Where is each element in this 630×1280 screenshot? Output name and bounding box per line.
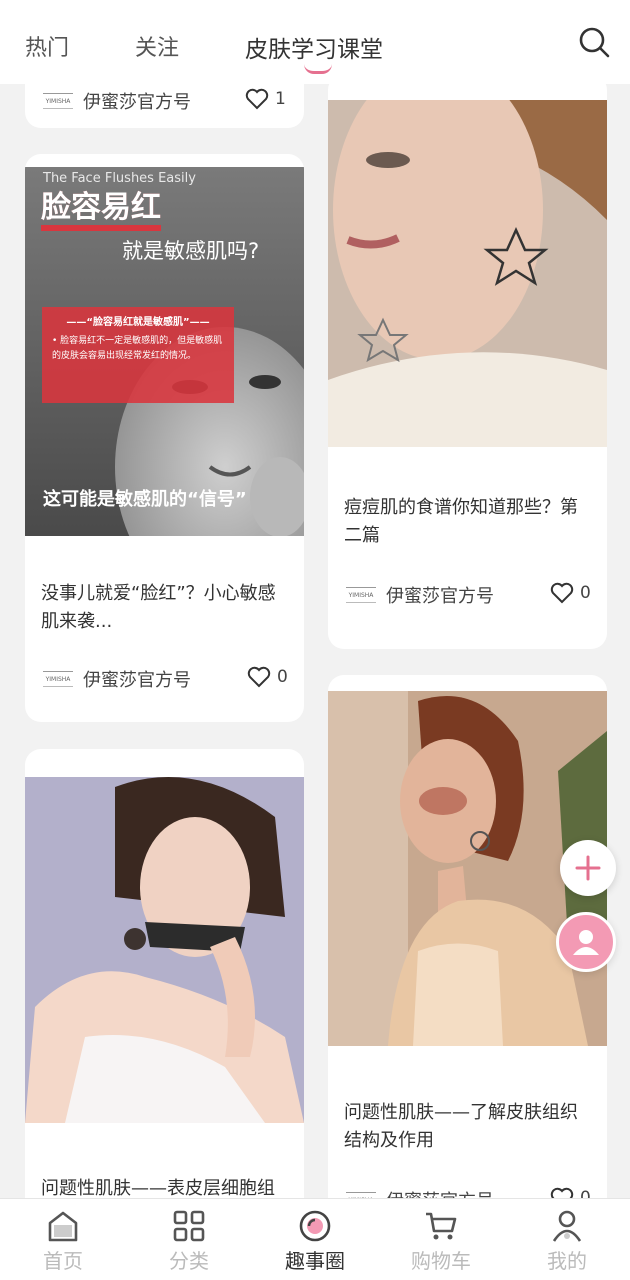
nav-mine[interactable]: 我的 (512, 1199, 622, 1280)
community-icon (299, 1210, 331, 1242)
nav-cart[interactable]: 购物车 (386, 1199, 496, 1280)
poster-subtitle-en: The Face Flushes Easily (43, 171, 196, 186)
author-name: 伊蜜莎官方号 (386, 1187, 494, 1198)
author-name: 伊蜜莎官方号 (386, 586, 494, 607)
nav-community-label: 趣事圈 (285, 1249, 345, 1273)
post-image[interactable] (25, 777, 304, 1123)
author-info: YIMISHA 伊蜜莎官方号 (346, 1187, 494, 1198)
post-title[interactable]: 没事儿就爱“脸红”？小心敏感肌来袭... (41, 580, 291, 636)
poster-red-box: ——“脸容易红就是敏感肌”—— • 脸容易红不一定是敏感肌的，但是敏感肌的皮肤会… (42, 307, 234, 403)
post-card[interactable]: The Face Flushes Easily 脸容易红 就是敏感肌吗? ——“… (25, 154, 304, 722)
heart-icon (550, 1187, 574, 1198)
author-info: YIMISHA 伊蜜莎官方号 (43, 666, 191, 692)
like-button[interactable]: 0 (550, 1187, 591, 1198)
like-count: 0 (580, 583, 591, 603)
profile-icon (552, 1210, 582, 1242)
poster-question: 就是敏感肌吗? (122, 239, 260, 263)
bottom-nav: 首页 分类 趣事圈 购物车 我的 (0, 1198, 630, 1280)
post-title[interactable]: 问题性肌肤——了解皮肤组织结构及作用 (344, 1099, 594, 1155)
post-image[interactable]: The Face Flushes Easily 脸容易红 就是敏感肌吗? ——“… (25, 167, 304, 536)
grid-icon (173, 1210, 205, 1242)
nav-home[interactable]: 首页 (8, 1199, 118, 1280)
nav-cart-label: 购物车 (411, 1249, 471, 1273)
poster-box-heading: ——“脸容易红就是敏感肌”—— (66, 317, 210, 328)
nav-community[interactable]: 趣事圈 (260, 1199, 370, 1280)
author-logo: YIMISHA (43, 93, 73, 109)
like-count: 1 (275, 89, 286, 109)
like-button[interactable]: 0 (247, 666, 288, 688)
nav-mine-label: 我的 (547, 1249, 587, 1273)
nav-home-label: 首页 (43, 1249, 83, 1273)
add-post-button[interactable] (560, 840, 616, 896)
author-info: YIMISHA 伊蜜莎官方号 (346, 582, 494, 608)
user-icon (573, 930, 599, 955)
author-info: YIMISHA 伊蜜莎官方号 (43, 88, 191, 114)
like-count: 0 (580, 1188, 591, 1198)
tab-hot[interactable]: 热门 (25, 30, 69, 62)
post-card[interactable]: 问题性肌肤——表皮层细胞组 (25, 749, 304, 1198)
post-card[interactable]: 痘痘肌的食谱你知道那些？第二篇 YIMISHA 伊蜜莎官方号 0 (328, 84, 607, 649)
home-icon (48, 1211, 78, 1242)
post-title[interactable]: 痘痘肌的食谱你知道那些？第二篇 (344, 494, 594, 550)
poster-bottom-text: 这可能是敏感肌的“信号” (43, 489, 247, 510)
model-photo (25, 777, 304, 1123)
active-tab-indicator (304, 64, 332, 74)
like-button[interactable]: 1 (245, 88, 286, 110)
author-logo: YIMISHA (43, 671, 73, 687)
nav-category-label: 分类 (169, 1249, 209, 1273)
post-card[interactable]: YIMISHA 伊蜜莎官方号 1 (25, 84, 304, 128)
like-button[interactable]: 0 (550, 582, 591, 604)
poster-box-text: • 脸容易红不一定是敏感肌的，但是敏感肌的皮肤会容易出现经常发红的情况。 (52, 336, 223, 361)
post-title[interactable]: 问题性肌肤——表皮层细胞组 (41, 1175, 291, 1198)
poster-title: 脸容易红 (41, 191, 161, 231)
author-name: 伊蜜莎官方号 (83, 670, 191, 691)
cart-icon (426, 1212, 457, 1240)
search-icon[interactable] (578, 26, 610, 58)
like-count: 0 (277, 667, 288, 687)
tab-skin-class[interactable]: 皮肤学习课堂 (245, 30, 383, 64)
post-image[interactable] (328, 100, 607, 447)
top-header: 热门 关注 皮肤学习课堂 (0, 0, 630, 84)
heart-icon (247, 666, 271, 688)
tab-follow[interactable]: 关注 (135, 30, 179, 62)
model-photo (328, 100, 607, 447)
nav-category[interactable]: 分类 (134, 1199, 244, 1280)
plus-icon (575, 855, 601, 881)
author-name: 伊蜜莎官方号 (83, 92, 191, 113)
heart-icon (550, 582, 574, 604)
feed[interactable]: YIMISHA 伊蜜莎官方号 1 The Face Flushes Easily… (0, 84, 630, 1198)
user-profile-button[interactable] (556, 912, 616, 972)
author-logo: YIMISHA (346, 587, 376, 603)
heart-icon (245, 88, 269, 110)
